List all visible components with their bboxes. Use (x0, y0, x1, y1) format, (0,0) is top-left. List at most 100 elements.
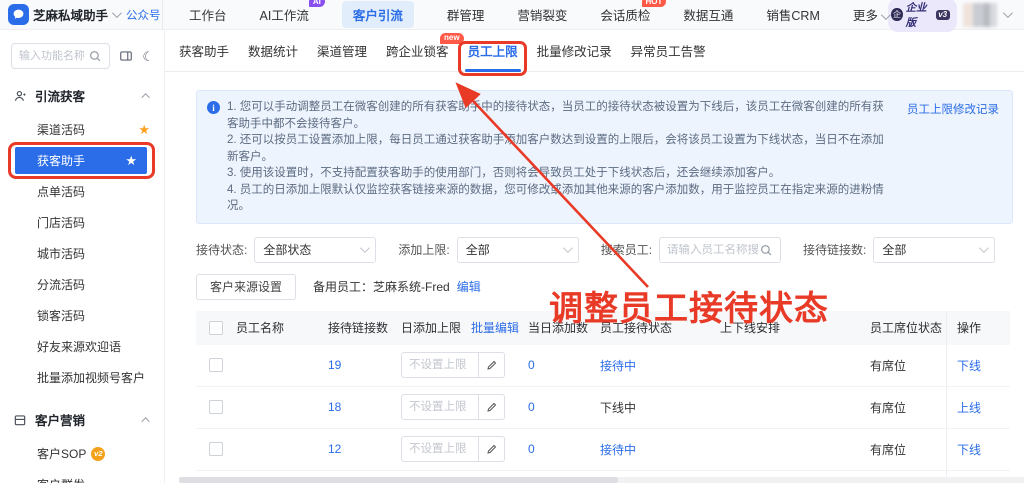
row-checkbox[interactable] (209, 358, 223, 372)
item-label: 城市活码 (37, 247, 86, 261)
sidebar-item-split-code[interactable]: 分流活码 (0, 269, 164, 300)
alert-line-2: 2. 还可以按员工设置添加上限，每日员工通过获客助手添加客户数达到设置的上限后，… (227, 134, 884, 163)
sidebar-search[interactable] (11, 43, 111, 69)
alert-line-3: 3. 使用该设置时，不支持配置获客助手的使用部门，否则将会导致员工处于下线状态后… (227, 167, 781, 179)
batch-edit-link[interactable]: 批量编辑 (471, 319, 519, 336)
tab-batch-modify-records[interactable]: 批量修改记录 (537, 30, 612, 72)
col-operation: 操作 (946, 310, 1010, 345)
sidebar-item-customer-sop[interactable]: 客户SOP v2 (0, 438, 164, 469)
sidebar-item-batch-video-customers[interactable]: 批量添加视频号客户 (0, 362, 164, 393)
tab-data-statistics[interactable]: 数据统计 (248, 30, 298, 72)
daily-limit-input[interactable] (401, 394, 479, 420)
nav-ai-workflow[interactable]: AI工作流 AI (259, 0, 325, 24)
offline-action-link[interactable]: 下线 (946, 344, 1010, 386)
table-header: 员工名称 接待链接数 日添加上限 批量编辑 当日添加数 员工接待状态 上下线安排 … (196, 310, 1010, 345)
reception-links-count[interactable]: 12 (326, 442, 401, 456)
favorite-star-icon[interactable]: ★ (138, 122, 150, 138)
row-checkbox[interactable] (209, 400, 223, 414)
tab-channel-management[interactable]: 渠道管理 (317, 30, 367, 72)
sidebar-item-channel-code[interactable]: 渠道活码 ★ (0, 114, 164, 145)
reception-links-count[interactable]: 18 (326, 400, 401, 414)
nav-customer-acquisition[interactable]: 客户引流 (341, 1, 414, 28)
select-all-checkbox[interactable] (209, 320, 223, 335)
scrollbar-thumb[interactable] (179, 477, 619, 483)
alert-line-1: 1. 您可以手动调整员工在微客创建的所有获客助手中的接待状态，当员工的接待状态被… (227, 101, 884, 130)
sub-tabs: 获客助手 数据统计 渠道管理 跨企业锁客 new 员工上限 批量修改记录 异常员工… (165, 30, 1024, 76)
nav-sales-crm[interactable]: 销售CRM (766, 5, 819, 24)
sidebar-item-acquisition-assistant[interactable]: 获客助手 ★ (8, 142, 155, 179)
nav-group-management[interactable]: 群管理 (447, 5, 485, 24)
tab-label: 跨企业锁客 (386, 45, 449, 59)
tab-abnormal-employee-alert[interactable]: 异常员工告警 (631, 30, 706, 72)
horizontal-scrollbar[interactable] (179, 477, 1024, 483)
seat-status: 有席位 (870, 442, 907, 457)
col-limit: 日添加上限 (401, 321, 462, 335)
nav-marketing-fission[interactable]: 营销裂变 (517, 5, 567, 24)
sidebar-section-acquisition[interactable]: 引流获客 (0, 69, 164, 114)
brand-area[interactable]: 芝麻私域助手 公众号 (0, 0, 163, 29)
tab-label: 员工上限 (467, 45, 518, 59)
sidebar-item-customer-broadcast[interactable]: 客户群发 (0, 469, 164, 483)
sidebar-item-city-code[interactable]: 城市活码 (0, 238, 164, 269)
reception-status: 接待中 (600, 442, 637, 457)
tab-acquisition-assistant[interactable]: 获客助手 (179, 30, 229, 72)
status-filter-select[interactable]: 全部状态 (254, 236, 377, 263)
tab-cross-enterprise-lock[interactable]: 跨企业锁客 new (386, 30, 464, 72)
item-label: 客户群发 (37, 476, 85, 483)
version-badge: 企 企业版 v3 (888, 0, 957, 32)
today-added-count: 0 (528, 358, 535, 372)
search-icon[interactable] (759, 243, 773, 257)
tab-employee-limit[interactable]: 员工上限 (457, 30, 527, 76)
edit-limit-button[interactable] (479, 394, 505, 420)
favorite-star-icon[interactable]: ★ (125, 153, 137, 169)
daily-limit-input[interactable] (401, 436, 479, 462)
collapse-caret-icon[interactable] (141, 92, 150, 102)
edit-backup-link[interactable]: 编辑 (457, 280, 481, 294)
limit-filter-select[interactable]: 全部 (456, 236, 579, 263)
seat-status: 有席位 (870, 358, 907, 373)
links-filter-select[interactable]: 全部 (873, 236, 996, 263)
topbar: 芝麻私域助手 公众号 工作台 AI工作流 AI 客户引流 群管理 营销裂变 会话质… (0, 0, 1024, 32)
links-filter-value: 全部 (882, 243, 907, 257)
row-checkbox[interactable] (209, 442, 223, 456)
item-label: 渠道活码 (37, 123, 86, 137)
edit-limit-button[interactable] (479, 352, 505, 378)
nav-chat-inspection[interactable]: 会话质检 HOT (600, 0, 667, 24)
col-today: 当日添加数 (528, 321, 589, 335)
item-label: 获客助手 (37, 154, 86, 168)
account-chevron-down-icon[interactable] (1002, 8, 1013, 19)
item-label: 客户SOP (37, 447, 87, 461)
nav-more[interactable]: 更多 (853, 5, 892, 24)
nav-data-exchange[interactable]: 数据互通 (683, 5, 733, 24)
sidebar-item-lock-code[interactable]: 锁客活码 (0, 300, 164, 331)
nav-ai-workflow-label: AI工作流 (259, 9, 309, 23)
online-action-link[interactable]: 上线 (946, 386, 1010, 428)
sidebar-item-order-code[interactable]: 点单活码 (0, 176, 164, 207)
sidebar-search-input[interactable] (19, 50, 85, 62)
collapse-caret-icon[interactable] (141, 416, 150, 426)
sidebar-item-store-code[interactable]: 门店活码 (0, 207, 164, 238)
backup-employee: 备用员工：芝麻系统-Fred 编辑 (313, 278, 481, 295)
reception-links-count[interactable]: 19 (326, 358, 401, 372)
customer-source-settings-button[interactable]: 客户来源设置 (196, 273, 297, 300)
search-icon (88, 49, 102, 63)
dark-mode-icon[interactable]: ☾ (142, 50, 154, 63)
limit-modify-records-link[interactable]: 员工上限修改记录 (907, 101, 999, 117)
employee-search-input[interactable] (667, 243, 760, 256)
employee-table: 员工名称 接待链接数 日添加上限 批量编辑 当日添加数 员工接待状态 上下线安排 … (196, 310, 1010, 483)
user-avatar[interactable] (962, 2, 997, 27)
nav-chat-inspection-label: 会话质检 (600, 9, 651, 23)
links-filter-label: 接待链接数: (803, 243, 867, 257)
collapse-panel-icon[interactable] (119, 49, 133, 63)
edit-limit-button[interactable] (479, 436, 505, 462)
daily-limit-input[interactable] (401, 352, 479, 378)
brand-tag[interactable]: 公众号 (126, 7, 161, 23)
sidebar-item-friend-welcome[interactable]: 好友来源欢迎语 (0, 331, 164, 362)
item-label: 好友来源欢迎语 (37, 340, 122, 354)
chevron-down-icon (360, 243, 371, 254)
brand-chevron-down-icon[interactable] (111, 8, 122, 19)
offline-action-link[interactable]: 下线 (946, 428, 1010, 470)
nav-workbench[interactable]: 工作台 (189, 5, 227, 24)
sidebar-section-marketing[interactable]: 客户营销 (0, 393, 164, 438)
employee-search-box[interactable] (659, 236, 782, 263)
